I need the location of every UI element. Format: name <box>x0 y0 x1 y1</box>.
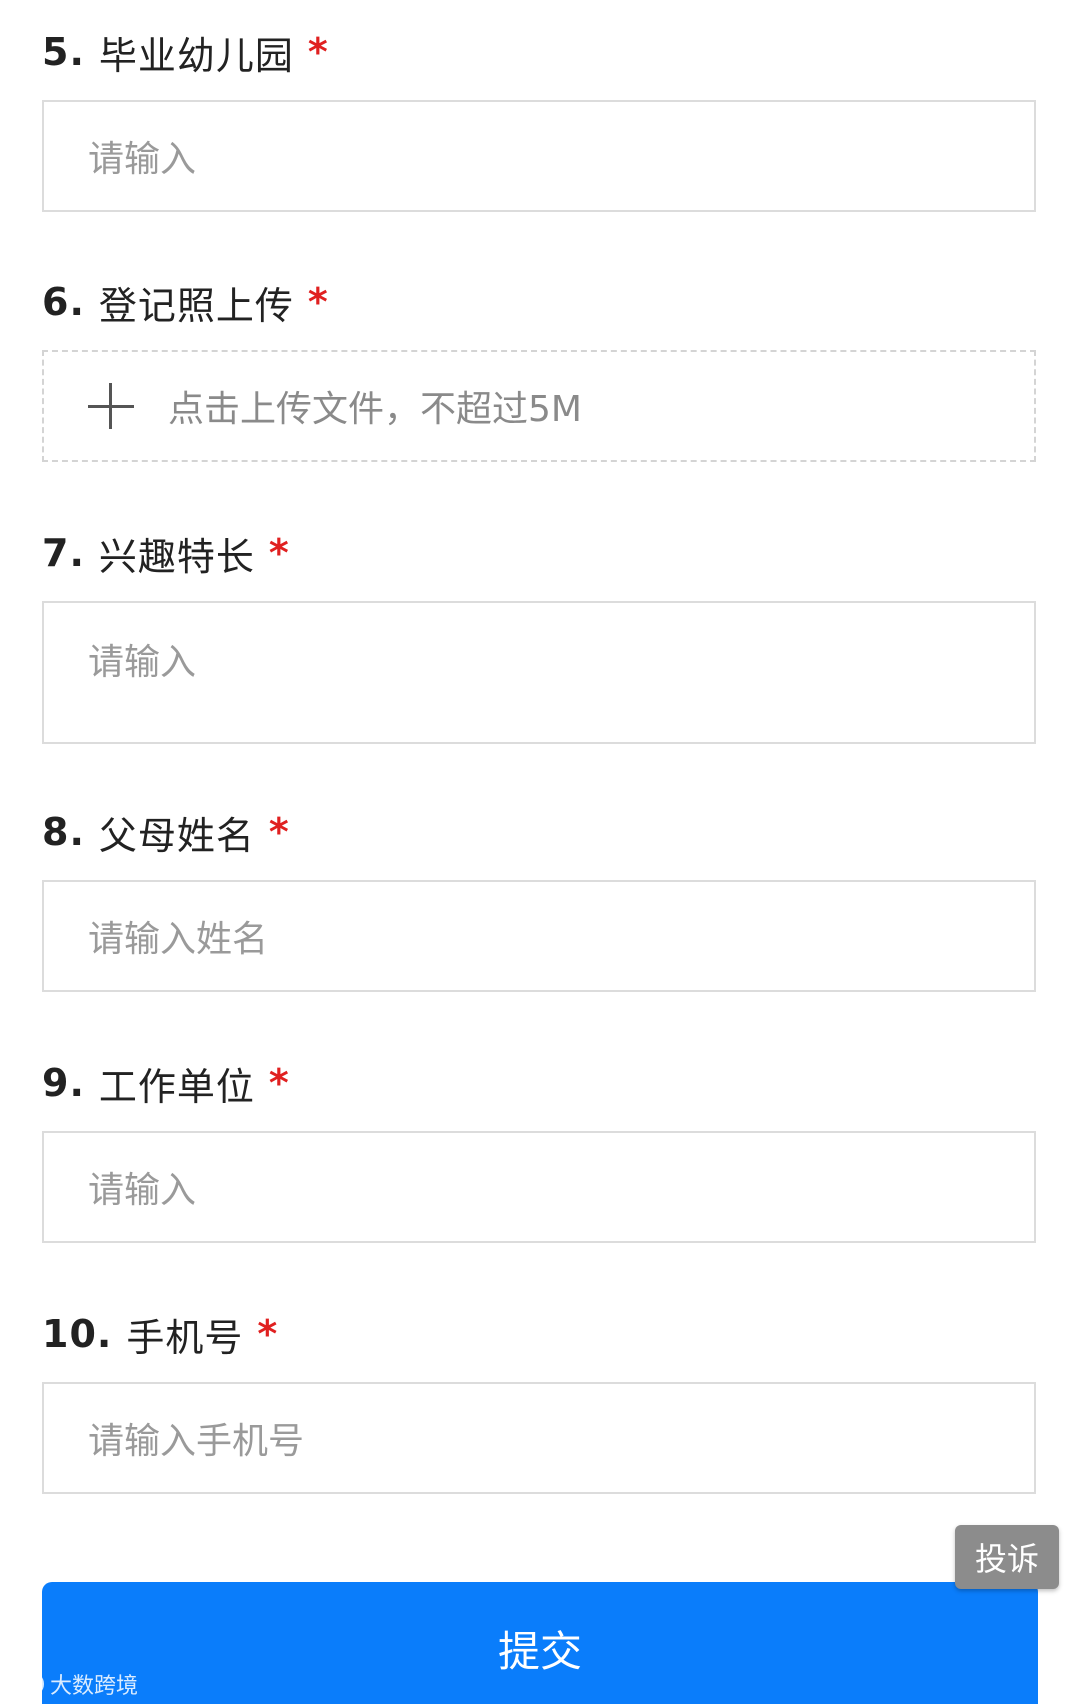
question-parent-name: 8. 父母姓名 * 请输入姓名 <box>42 802 1038 992</box>
watermark: 大数跨境 <box>10 1668 138 1700</box>
question-kindergarten: 5. 毕业幼儿园 * 请输入 <box>42 22 1038 212</box>
input-placeholder: 请输入 <box>88 642 197 683</box>
photo-upload-area[interactable]: 点击上传文件，不超过5M <box>42 350 1036 462</box>
required-mark: * <box>307 30 329 74</box>
question-label: 7. 兴趣特长 * <box>42 523 1038 583</box>
question-title: 毕业幼儿园 <box>98 33 294 78</box>
watermark-logo-icon <box>10 1672 44 1696</box>
question-title: 手机号 <box>126 1315 244 1360</box>
submit-button[interactable]: 提交 <box>42 1582 1038 1704</box>
question-number: 5. <box>42 30 85 74</box>
question-phone: 10. 手机号 * 请输入手机号 <box>42 1304 1038 1494</box>
question-label: 9. 工作单位 * <box>42 1053 1038 1113</box>
kindergarten-input[interactable]: 请输入 <box>42 100 1036 212</box>
required-mark: * <box>268 810 290 854</box>
question-number: 6. <box>42 280 85 324</box>
question-label: 6. 登记照上传 * <box>42 272 1038 332</box>
required-mark: * <box>268 531 290 575</box>
question-hobbies: 7. 兴趣特长 * 请输入 <box>42 523 1038 744</box>
parent-name-input[interactable]: 请输入姓名 <box>42 880 1036 992</box>
complain-button[interactable]: 投诉 <box>955 1525 1059 1589</box>
input-placeholder: 请输入姓名 <box>88 919 269 960</box>
question-title: 父母姓名 <box>98 813 255 858</box>
required-mark: * <box>268 1061 290 1105</box>
plus-icon <box>88 383 134 429</box>
required-mark: * <box>307 280 329 324</box>
phone-input[interactable]: 请输入手机号 <box>42 1382 1036 1494</box>
question-label: 8. 父母姓名 * <box>42 802 1038 862</box>
question-title: 登记照上传 <box>98 283 294 328</box>
question-workplace: 9. 工作单位 * 请输入 <box>42 1053 1038 1243</box>
form-page: 5. 毕业幼儿园 * 请输入 6. 登记照上传 * 点击上传文件，不超过5M 7… <box>0 0 1080 1704</box>
question-title: 工作单位 <box>98 1064 255 1109</box>
question-title: 兴趣特长 <box>98 534 255 579</box>
input-placeholder: 请输入 <box>88 1170 197 1211</box>
question-number: 10. <box>42 1312 113 1356</box>
input-placeholder: 请输入手机号 <box>88 1421 305 1462</box>
input-placeholder: 请输入 <box>88 139 197 180</box>
question-number: 8. <box>42 810 85 854</box>
hobbies-textarea[interactable]: 请输入 <box>42 601 1036 744</box>
required-mark: * <box>257 1312 279 1356</box>
watermark-text: 大数跨境 <box>50 1674 139 1699</box>
question-photo-upload: 6. 登记照上传 * 点击上传文件，不超过5M <box>42 272 1038 462</box>
question-number: 9. <box>42 1061 85 1105</box>
question-label: 5. 毕业幼儿园 * <box>42 22 1038 82</box>
question-number: 7. <box>42 531 85 575</box>
upload-hint: 点击上传文件，不超过5M <box>168 389 582 430</box>
workplace-input[interactable]: 请输入 <box>42 1131 1036 1243</box>
question-label: 10. 手机号 * <box>42 1304 1038 1364</box>
submit-label: 提交 <box>497 1627 582 1676</box>
